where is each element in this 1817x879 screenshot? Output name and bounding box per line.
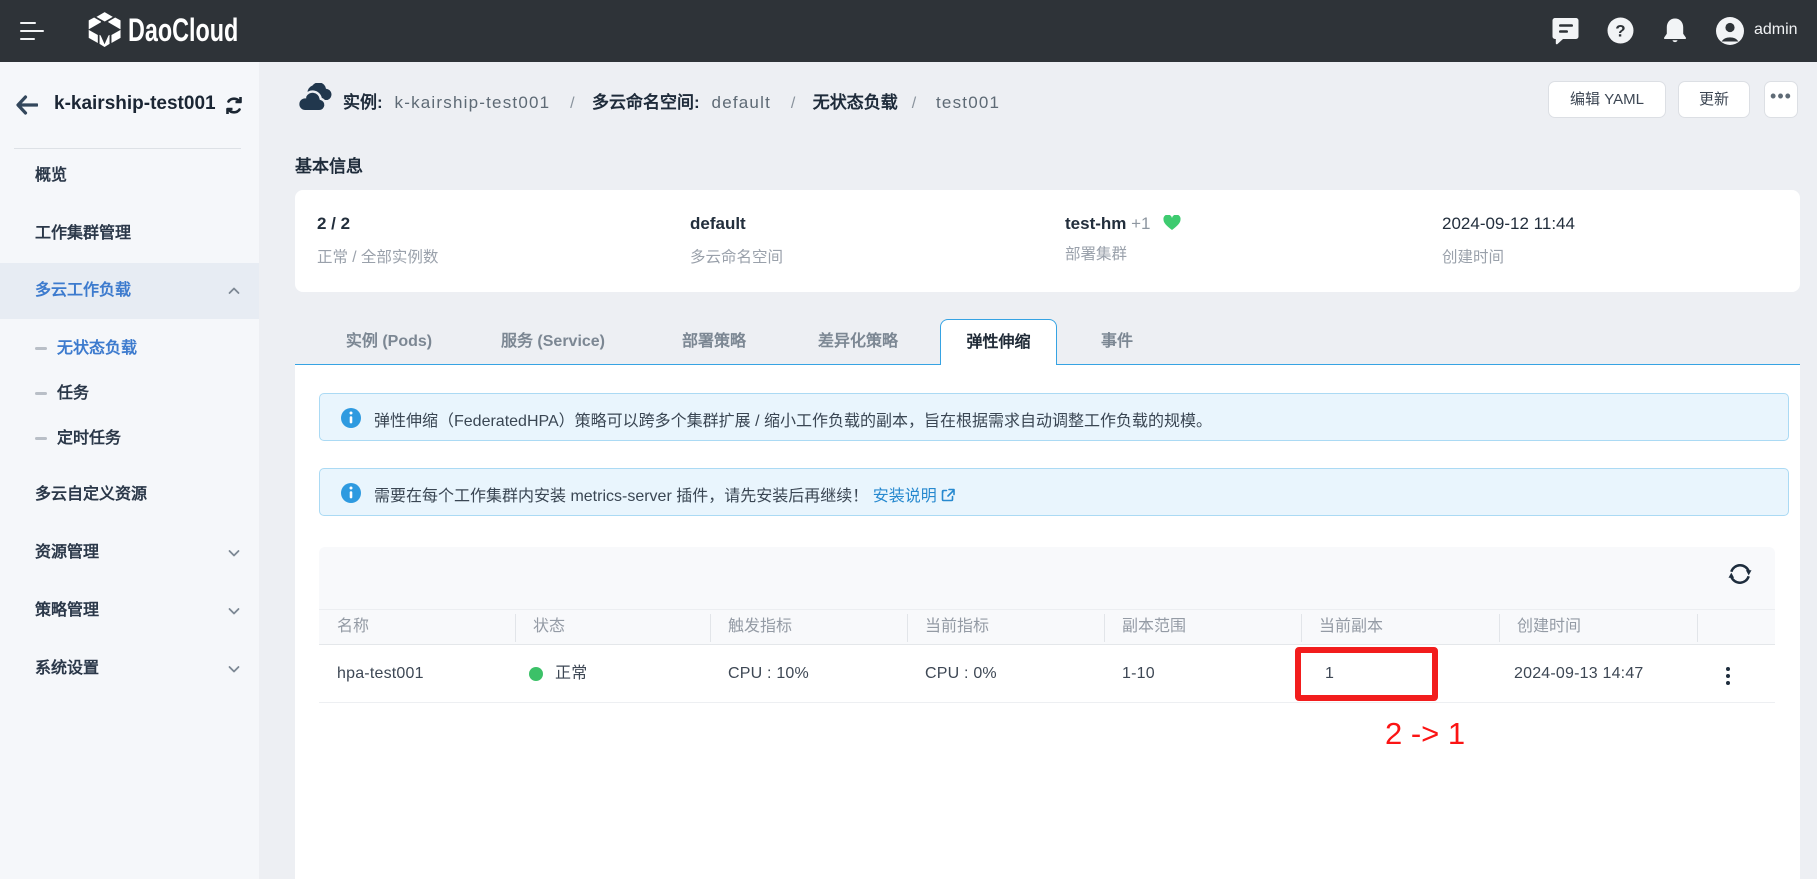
svg-text:?: ? bbox=[1615, 22, 1625, 41]
